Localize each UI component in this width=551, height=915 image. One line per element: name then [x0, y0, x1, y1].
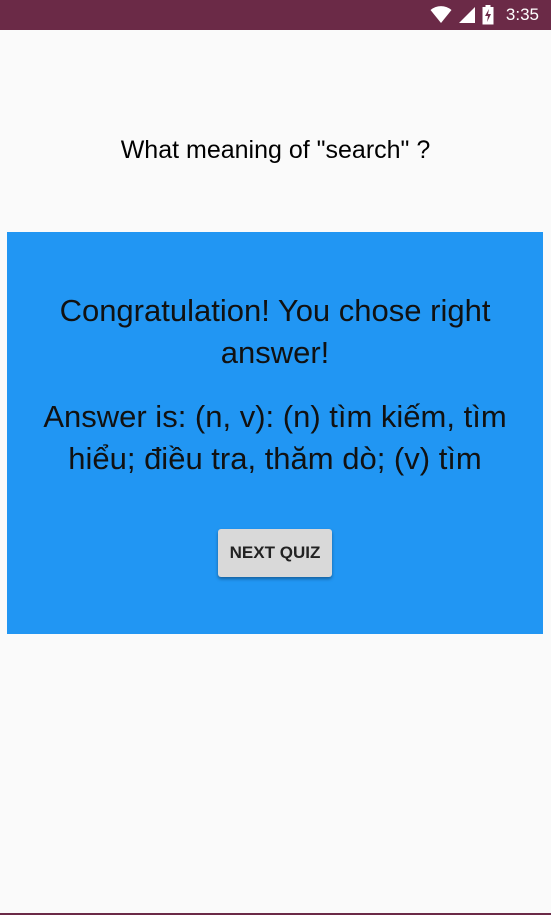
status-icons: 3:35: [430, 0, 539, 30]
status-bar: 3:35: [0, 0, 551, 30]
status-time: 3:35: [505, 5, 539, 24]
signal-icon: [458, 6, 476, 24]
battery-charging-icon: [482, 5, 494, 25]
answer-text: Answer is: (n, v): (n) tìm kiếm, tìm hiể…: [43, 399, 507, 476]
result-panel: Congratulation! You chose right answer! …: [7, 232, 543, 634]
question-text: What meaning of "search" ?: [120, 136, 431, 164]
congratulation-message: Congratulation! You chose right answer!: [59, 293, 491, 370]
next-quiz-button[interactable]: NEXT QUIZ: [218, 529, 332, 577]
wifi-icon: [430, 6, 452, 24]
